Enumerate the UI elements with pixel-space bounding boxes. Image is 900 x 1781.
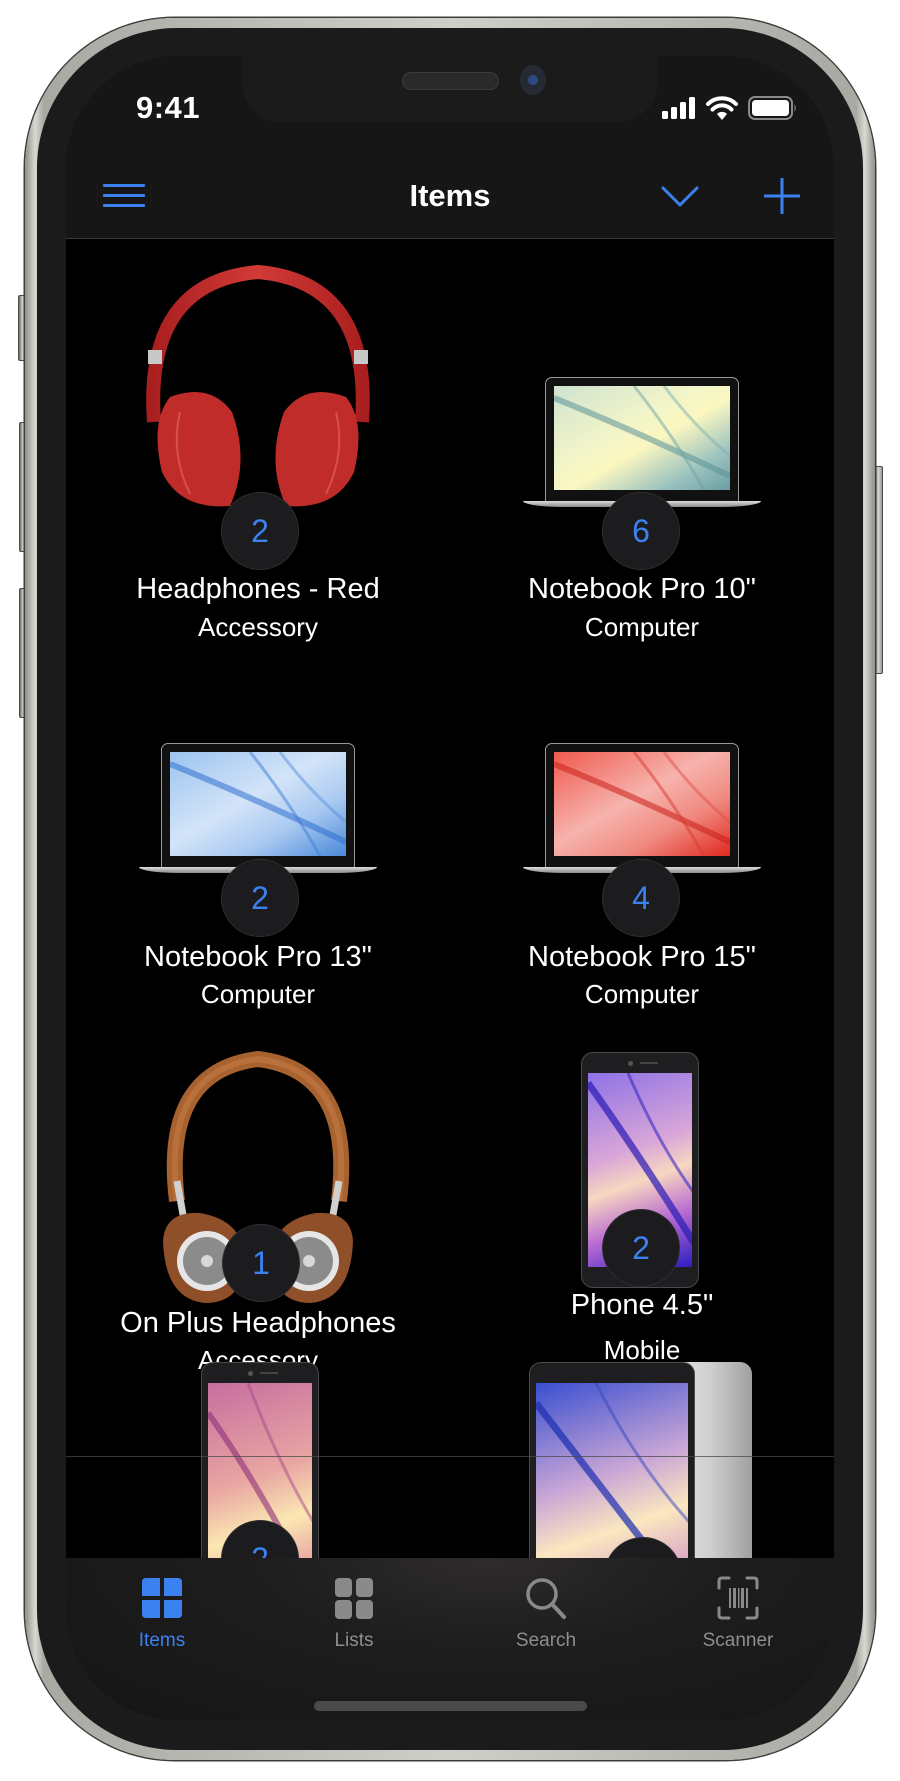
scroll-separator bbox=[66, 1456, 834, 1457]
status-icons bbox=[662, 94, 798, 122]
status-time: 9:41 bbox=[135, 90, 201, 125]
magnifier-icon bbox=[526, 1578, 566, 1619]
plus-icon bbox=[764, 178, 800, 214]
grid-item[interactable]: 6 Notebook Pro 10" Computer bbox=[450, 239, 834, 642]
tab-label: Lists bbox=[334, 1630, 374, 1651]
tab-scanner[interactable]: Scanner bbox=[642, 1558, 834, 1668]
item-name: Headphones - Red bbox=[136, 573, 380, 605]
item-name: Phone 4.5" bbox=[570, 1289, 714, 1321]
grid-icon bbox=[335, 1578, 373, 1619]
count-badge: 6 bbox=[602, 492, 680, 570]
grid-item[interactable]: 2 Phone 4.5" Mobile bbox=[450, 975, 834, 1365]
count-badge: 2 bbox=[221, 859, 299, 937]
grid-item[interactable]: 2 Notebook Pro 13" Computer bbox=[66, 607, 450, 1009]
page-title: Items bbox=[409, 178, 491, 213]
item-name: Notebook Pro 15" bbox=[528, 941, 756, 973]
phone-screen: 9:41 Items 2 Headphones - Red Accessory … bbox=[66, 56, 834, 1720]
notch bbox=[242, 56, 658, 122]
count-badge: 2 bbox=[221, 492, 299, 570]
home-indicator[interactable] bbox=[314, 1701, 587, 1711]
cellular-signal-icon bbox=[662, 97, 695, 119]
tab-label: Items bbox=[138, 1630, 186, 1651]
add-item-button[interactable] bbox=[758, 174, 806, 218]
red-headphones-image bbox=[146, 264, 370, 507]
tab-search[interactable]: Search bbox=[450, 1558, 642, 1668]
barcode-scanner-icon bbox=[717, 1576, 759, 1620]
item-name: Notebook Pro 13" bbox=[144, 941, 372, 973]
navigation-bar: Items bbox=[66, 156, 834, 239]
grid-item[interactable]: 2 Headphones - Red Accessory bbox=[66, 239, 450, 642]
battery-icon bbox=[748, 96, 796, 120]
items-grid: 2 Headphones - Red Accessory 6 Notebook … bbox=[66, 239, 834, 1622]
count-badge: 2 bbox=[602, 1209, 680, 1287]
item-name: On Plus Headphones bbox=[120, 1307, 396, 1339]
tab-bar: Items Lists Search Scanner bbox=[66, 1558, 834, 1720]
front-camera bbox=[520, 65, 546, 95]
count-badge: 4 bbox=[602, 859, 680, 937]
sort-dropdown-button[interactable] bbox=[656, 174, 704, 218]
laptop-red-image bbox=[523, 743, 761, 877]
grid-icon bbox=[142, 1578, 182, 1618]
earpiece-speaker bbox=[402, 72, 499, 90]
power-button bbox=[874, 466, 883, 674]
count-badge: 1 bbox=[222, 1224, 300, 1302]
grid-item[interactable]: 4 Notebook Pro 15" Computer bbox=[450, 607, 834, 1009]
chevron-down-icon bbox=[661, 186, 699, 207]
item-name: Notebook Pro 10" bbox=[528, 573, 756, 605]
tab-items[interactable]: Items bbox=[66, 1558, 258, 1668]
grid-item[interactable]: 1 On Plus Headphones Accessory bbox=[66, 975, 450, 1375]
tab-label: Scanner bbox=[702, 1630, 774, 1651]
tab-lists[interactable]: Lists bbox=[258, 1558, 450, 1668]
laptop-blue-image bbox=[139, 743, 377, 877]
laptop-green-image bbox=[523, 377, 761, 511]
wifi-icon bbox=[706, 96, 738, 120]
tab-label: Search bbox=[515, 1630, 577, 1651]
